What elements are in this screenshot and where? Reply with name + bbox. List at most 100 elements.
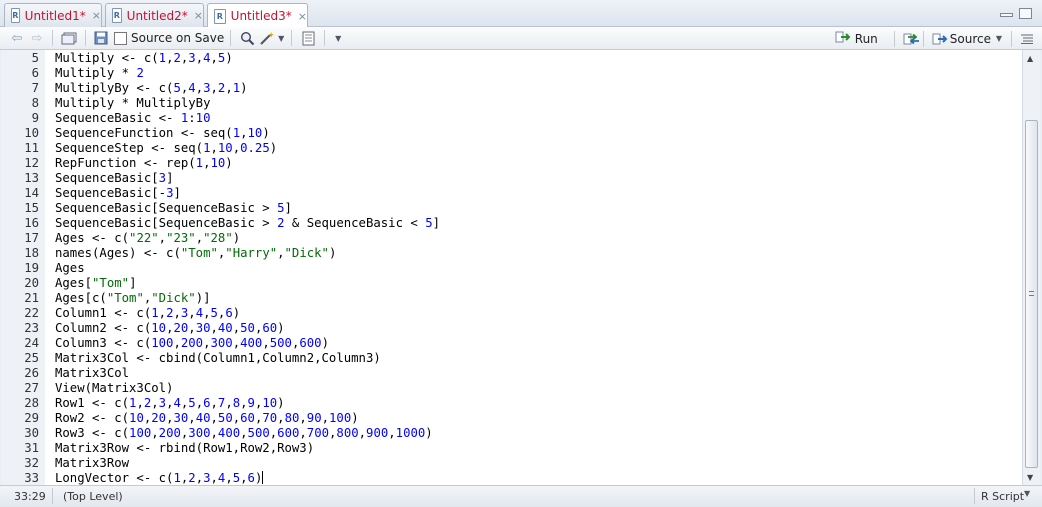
code-line[interactable]: 11 SequenceStep <- seq(1,10,0.25)	[1, 141, 1001, 156]
line-number: 33	[24, 471, 39, 485]
code-line[interactable]: 24 Column3 <- c(100,200,300,400,500,600)	[1, 336, 1001, 351]
code-text: MultiplyBy <- c(5,4,3,2,1)	[55, 81, 248, 95]
code-line[interactable]: 15 SequenceBasic[SequenceBasic > 5]	[1, 201, 1001, 216]
chevron-down-icon[interactable]: ▼	[277, 30, 285, 46]
close-tab-icon[interactable]: ×	[194, 9, 203, 22]
code-text: Column3 <- c(100,200,300,400,500,600)	[55, 336, 329, 350]
chevron-down-icon[interactable]: ▼	[991, 31, 1007, 47]
code-line[interactable]: 21 Ages[c("Tom","Dick")]	[1, 291, 1001, 306]
code-line[interactable]: 22 Column1 <- c(1,2,3,4,5,6)	[1, 306, 1001, 321]
code-line[interactable]: 28 Row1 <- c(1,2,3,4,5,6,7,8,9,10)	[1, 396, 1001, 411]
run-label: Run	[854, 31, 878, 46]
code-line[interactable]: 10 SequenceFunction <- seq(1,10)	[1, 126, 1001, 141]
line-number: 7	[31, 81, 39, 95]
code-text: RepFunction <- rep(1,10)	[55, 156, 233, 170]
search-icon[interactable]	[237, 30, 257, 46]
vertical-scrollbar[interactable]: ▲ ▼	[1022, 50, 1040, 485]
compile-notebook-icon[interactable]	[298, 30, 318, 46]
code-text: Ages["Tom"]	[55, 276, 137, 290]
code-text: Ages	[55, 261, 85, 275]
code-line[interactable]: 33 LongVector <- c(1,2,3,4,5,6)	[1, 471, 1001, 485]
line-number: 9	[31, 111, 39, 125]
toolbar-right-group: Run Source ▼	[835, 27, 1042, 50]
maximize-pane-button[interactable]	[1019, 8, 1032, 19]
magic-wand-icon[interactable]	[257, 30, 277, 46]
chevron-down-icon[interactable]: ▼	[1024, 489, 1030, 498]
file-type-indicator[interactable]: R Script	[981, 490, 1024, 503]
code-text: Matrix3Col	[55, 366, 130, 380]
show-in-window-icon[interactable]	[59, 30, 79, 46]
editor-toolbar: ⇦ ⇨ Source on Save ▼ ▼ Run Source ▼	[0, 27, 1042, 50]
code-line[interactable]: 8 Multiply * MultiplyBy	[1, 96, 1001, 111]
document-outline-icon[interactable]	[1018, 31, 1036, 47]
editor-status-bar: 33:29 (Top Level) R Script ▼	[0, 485, 1042, 507]
scroll-up-arrow-icon[interactable]: ▲	[1027, 54, 1033, 63]
line-number: 31	[24, 441, 39, 455]
line-number: 22	[24, 306, 39, 320]
code-text: SequenceFunction <- seq(1,10)	[55, 126, 270, 140]
code-line[interactable]: 7 MultiplyBy <- c(5,4,3,2,1)	[1, 81, 1001, 96]
close-tab-icon[interactable]: ×	[92, 9, 101, 22]
code-line[interactable]: 13 SequenceBasic[3]	[1, 171, 1001, 186]
rerun-icon[interactable]	[901, 31, 923, 47]
back-arrow-icon[interactable]: ⇦	[6, 30, 28, 46]
code-line[interactable]: 14 SequenceBasic[-3]	[1, 186, 1001, 201]
code-line[interactable]: 26 Matrix3Col	[1, 366, 1001, 381]
line-number: 27	[24, 381, 39, 395]
scroll-down-arrow-icon[interactable]: ▼	[1027, 473, 1033, 482]
forward-arrow-icon[interactable]: ⇨	[28, 30, 46, 46]
code-text: Matrix3Row <- rbind(Row1,Row2,Row3)	[55, 441, 315, 455]
tab-untitled2[interactable]: R Untitled2* ×	[105, 3, 204, 27]
code-text: Matrix3Col <- cbind(Column1,Column2,Colu…	[55, 351, 381, 365]
line-number: 23	[24, 321, 39, 335]
scope-indicator[interactable]: (Top Level)	[63, 490, 123, 503]
scrollbar-thumb[interactable]	[1025, 120, 1038, 468]
code-text: SequenceBasic[-3]	[55, 186, 181, 200]
line-number: 26	[24, 366, 39, 380]
code-line[interactable]: 5 Multiply <- c(1,2,3,4,5)	[1, 51, 1001, 66]
source-on-save-checkbox[interactable]	[114, 31, 127, 45]
tab-label: Untitled1*	[24, 8, 86, 23]
text-cursor	[262, 471, 264, 484]
tab-label: Untitled2*	[126, 8, 188, 23]
code-line[interactable]: 18 names(Ages) <- c("Tom","Harry","Dick")	[1, 246, 1001, 261]
line-number: 30	[24, 426, 39, 440]
code-text: LongVector <- c(1,2,3,4,5,6)	[55, 471, 264, 485]
code-line[interactable]: 6 Multiply * 2	[1, 66, 1001, 81]
code-line[interactable]: 32 Matrix3Row	[1, 456, 1001, 471]
source-label: Source	[949, 31, 991, 46]
code-line[interactable]: 23 Column2 <- c(10,20,30,40,50,60)	[1, 321, 1001, 336]
editor-tab-bar: R Untitled1* × R Untitled2* × R Untitled…	[0, 0, 1042, 28]
close-tab-icon[interactable]: ×	[298, 10, 307, 23]
line-number: 11	[24, 141, 39, 155]
run-arrow-icon	[835, 31, 851, 47]
cursor-position: 33:29	[14, 490, 46, 503]
minimize-pane-button[interactable]	[1000, 13, 1013, 17]
code-text: SequenceBasic[SequenceBasic > 2 & Sequen…	[55, 216, 440, 230]
code-line[interactable]: 31 Matrix3Row <- rbind(Row1,Row2,Row3)	[1, 441, 1001, 456]
line-number: 25	[24, 351, 39, 365]
code-line[interactable]: 16 SequenceBasic[SequenceBasic > 2 & Sequ…	[1, 216, 1001, 231]
tab-untitled3[interactable]: R Untitled3* ×	[207, 3, 308, 28]
code-line[interactable]: 20 Ages["Tom"]	[1, 276, 1001, 291]
line-number: 8	[31, 96, 39, 110]
line-number: 5	[31, 51, 39, 65]
source-button[interactable]: Source ▼	[930, 31, 1007, 47]
code-line[interactable]: 19 Ages	[1, 261, 1001, 276]
code-line[interactable]: 30 Row3 <- c(100,200,300,400,500,600,700,…	[1, 426, 1001, 441]
code-line[interactable]: 29 Row2 <- c(10,20,30,40,50,60,70,80,90,1…	[1, 411, 1001, 426]
r-file-icon: R	[214, 8, 226, 24]
line-number: 20	[24, 276, 39, 290]
code-editor[interactable]: 5 Multiply <- c(1,2,3,4,5) 6 Multiply * 2 7 M…	[1, 50, 1022, 485]
run-button[interactable]: Run	[835, 31, 878, 47]
code-line[interactable]: 9 SequenceBasic <- 1:10	[1, 111, 1001, 126]
code-line[interactable]: 25 Matrix3Col <- cbind(Column1,Column2,Co…	[1, 351, 1001, 366]
code-line[interactable]: 27 View(Matrix3Col)	[1, 381, 1001, 396]
code-line[interactable]: 17 Ages <- c("22","23","28")	[1, 231, 1001, 246]
save-icon[interactable]	[92, 30, 110, 46]
chevron-down-icon[interactable]: ▼	[331, 30, 345, 46]
code-text: Multiply <- c(1,2,3,4,5)	[55, 51, 233, 65]
toolbar-separator	[85, 30, 86, 46]
tab-untitled1[interactable]: R Untitled1* ×	[4, 3, 102, 27]
code-line[interactable]: 12 RepFunction <- rep(1,10)	[1, 156, 1001, 171]
